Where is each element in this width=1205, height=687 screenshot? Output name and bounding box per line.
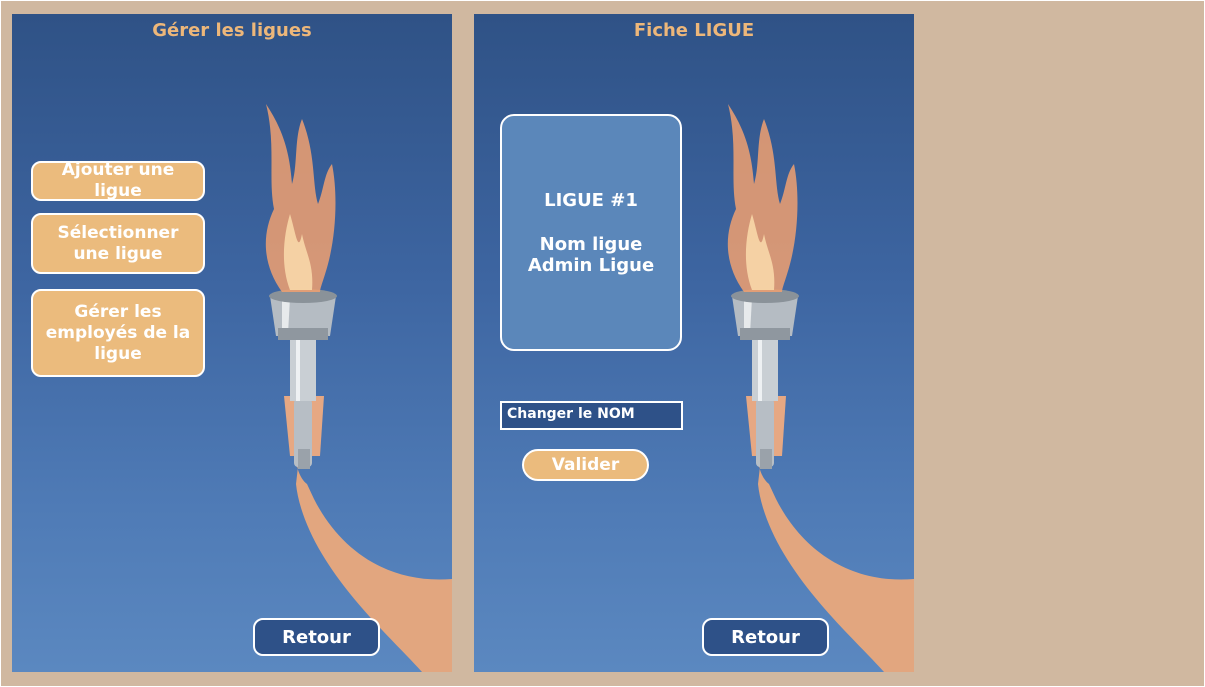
page-title: Fiche LIGUE bbox=[633, 20, 755, 41]
change-name-input[interactable]: Changer le NOM bbox=[500, 401, 683, 430]
league-number: LIGUE #1 bbox=[544, 190, 638, 211]
manage-leagues-screen: Gérer les ligues Ajouter une ligue Sélec… bbox=[12, 14, 452, 672]
torch-image bbox=[265, 104, 452, 672]
page-title: Gérer les ligues bbox=[152, 20, 312, 41]
league-card: LIGUE #1 Nom ligue Admin Ligue bbox=[500, 114, 682, 351]
back-button[interactable]: Retour bbox=[702, 618, 829, 656]
back-button[interactable]: Retour bbox=[253, 618, 380, 656]
manage-employees-button[interactable]: Gérer les employés de la ligue bbox=[31, 289, 205, 377]
league-name: Nom ligue bbox=[539, 234, 643, 255]
league-admin: Admin Ligue bbox=[527, 255, 655, 276]
select-league-button[interactable]: Sélectionner une ligue bbox=[31, 213, 205, 274]
league-detail-screen: Fiche LIGUE LIGUE #1 Nom ligue Admin Lig… bbox=[474, 14, 914, 672]
validate-button[interactable]: Valider bbox=[522, 449, 649, 481]
torch-image bbox=[727, 104, 914, 672]
add-league-button[interactable]: Ajouter une ligue bbox=[31, 160, 205, 201]
